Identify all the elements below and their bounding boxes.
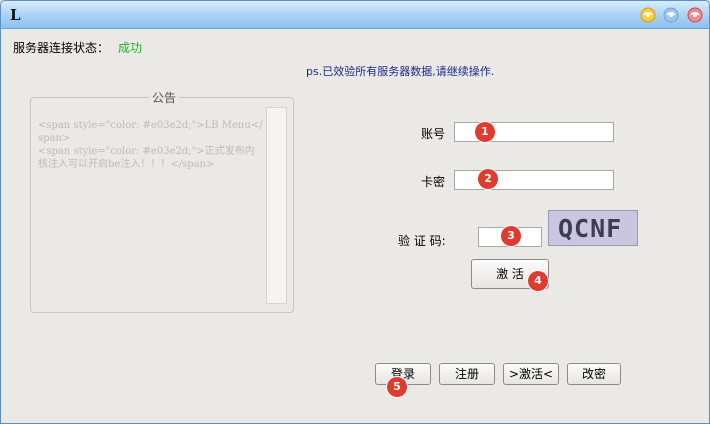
step-badge-1: 1 bbox=[475, 122, 495, 142]
announcement-title: 公告 bbox=[149, 89, 180, 106]
step-badge-4: 4 bbox=[528, 271, 548, 291]
captcha-image-text: QCNF bbox=[558, 214, 623, 243]
close-icon[interactable] bbox=[687, 7, 703, 23]
step-badge-2: 2 bbox=[478, 169, 498, 189]
maximize-icon[interactable] bbox=[663, 7, 679, 23]
card-key-label: 卡密 bbox=[421, 175, 446, 189]
server-notice: ps.已效验所有服务器数据,请继续操作. bbox=[306, 65, 495, 78]
announcement-box: 公告 <span style="color: #e03e2d;">LB Menu… bbox=[30, 89, 294, 313]
activate-small-button[interactable]: >激活< bbox=[503, 363, 559, 385]
step-badge-5: 5 bbox=[387, 377, 407, 397]
announcement-content: <span style="color: #e03e2d;">LB Menu</s… bbox=[38, 120, 263, 170]
captcha-image[interactable]: QCNF bbox=[548, 210, 638, 246]
login-window: L 服务器连接状态： 成功 ps.已效验所有服务器数据,请继续操作. 公告 <s… bbox=[0, 0, 710, 424]
captcha-label: 验 证 码: bbox=[398, 234, 446, 248]
server-status-label: 服务器连接状态： bbox=[13, 41, 110, 55]
server-status-value: 成功 bbox=[118, 41, 143, 55]
minimize-icon[interactable] bbox=[640, 7, 656, 23]
account-label: 账号 bbox=[421, 127, 446, 141]
announcement-scrollbar[interactable] bbox=[266, 107, 287, 304]
app-logo: L bbox=[10, 6, 21, 24]
title-bar: L bbox=[1, 1, 709, 29]
register-button[interactable]: 注册 bbox=[439, 363, 495, 385]
change-password-button[interactable]: 改密 bbox=[567, 363, 621, 385]
step-badge-3: 3 bbox=[501, 226, 521, 246]
